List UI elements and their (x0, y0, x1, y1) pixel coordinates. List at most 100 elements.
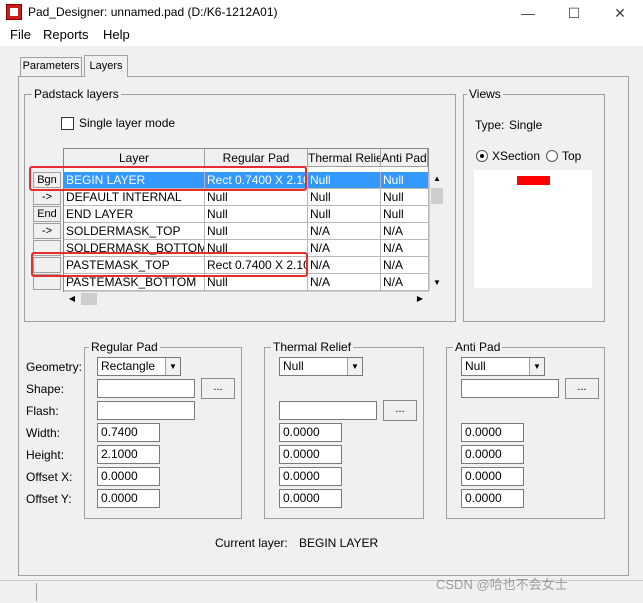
status-divider (36, 583, 37, 601)
menu-reports[interactable]: Reports (43, 27, 89, 42)
regular-shape-browse-button[interactable]: ... (201, 378, 235, 399)
row-anti-pad[interactable]: N/A (381, 223, 429, 240)
current-layer-value: BEGIN LAYER (299, 536, 379, 550)
row-regular-pad[interactable]: Null (205, 206, 308, 223)
row-thermal-relief[interactable]: N/A (308, 240, 381, 257)
row-thermal-relief[interactable]: N/A (308, 223, 381, 240)
thermal-flash-input[interactable] (279, 401, 377, 420)
minimize-button[interactable]: — (505, 0, 551, 26)
row-regular-pad[interactable]: Null (205, 223, 308, 240)
row-end-button[interactable]: End (33, 206, 61, 222)
top-view-radio[interactable] (546, 150, 558, 162)
scroll-h-thumb[interactable] (81, 293, 97, 305)
chevron-down-icon[interactable]: ▼ (165, 358, 180, 375)
xsection-label: XSection (492, 149, 541, 163)
grid-horizontal-scrollbar[interactable] (64, 291, 429, 307)
row-thermal-relief[interactable]: Null (308, 172, 381, 189)
anti-offset-y-input[interactable]: 0.0000 (461, 489, 524, 508)
height-label: Height: (26, 448, 65, 462)
offset-x-label: Offset X: (26, 470, 73, 484)
anti-height-input[interactable]: 0.0000 (461, 445, 524, 464)
single-layer-label: Single layer mode (79, 116, 176, 130)
chevron-down-icon[interactable]: ▼ (347, 358, 362, 375)
row-thermal-relief[interactable]: Null (308, 206, 381, 223)
thermal-flash-browse-button[interactable]: ... (383, 400, 417, 421)
views-title: Views (467, 87, 503, 101)
width-label: Width: (26, 426, 61, 440)
row-regular-pad[interactable]: Null (205, 189, 308, 206)
thermal-width-input[interactable]: 0.0000 (279, 423, 342, 442)
regular-shape-input[interactable] (97, 379, 195, 398)
regular-geometry-value: Rectangle (101, 359, 156, 373)
scroll-right-icon[interactable]: ▶ (413, 292, 427, 306)
row-layer-name[interactable]: SOLDERMASK_TOP (64, 223, 205, 240)
anti-pad-title: Anti Pad (453, 340, 503, 354)
col-header-layer[interactable]: Layer (64, 149, 205, 167)
view-type-label: Type: (475, 118, 505, 132)
flash-label: Flash: (26, 404, 59, 418)
row-copy-button[interactable]: -> (33, 223, 61, 239)
row-anti-pad[interactable]: N/A (381, 257, 429, 274)
col-header-regular-pad[interactable]: Regular Pad (205, 149, 308, 167)
scroll-left-icon[interactable]: ◀ (65, 292, 79, 306)
regular-height-input[interactable]: 2.1000 (97, 445, 160, 464)
regular-geometry-select[interactable]: Rectangle ▼ (97, 357, 181, 376)
menu-help[interactable]: Help (103, 27, 130, 42)
row-thermal-relief[interactable]: N/A (308, 257, 381, 274)
row-thermal-relief[interactable]: N/A (308, 274, 381, 291)
watermark-text: CSDN @哈也不会女士 (436, 577, 568, 592)
row-layer-name[interactable]: END LAYER (64, 206, 205, 223)
single-layer-checkbox[interactable] (61, 117, 74, 130)
top-view-label: Top (562, 149, 582, 163)
highlight-pastemask-top-row (31, 252, 308, 277)
scroll-down-icon[interactable]: ▼ (430, 276, 444, 290)
window-title: Pad_Designer: unnamed.pad (D:/K6-1212A01… (28, 5, 278, 19)
thermal-geometry-select[interactable]: Null ▼ (279, 357, 363, 376)
thermal-geometry-value: Null (283, 359, 304, 373)
thermal-relief-title: Thermal Relief (271, 340, 354, 354)
row-anti-pad[interactable]: Null (381, 172, 429, 189)
scroll-thumb[interactable] (431, 188, 443, 204)
regular-offset-x-input[interactable]: 0.0000 (97, 467, 160, 486)
anti-width-input[interactable]: 0.0000 (461, 423, 524, 442)
menu-bar (0, 26, 643, 46)
shape-label: Shape: (26, 382, 65, 396)
maximize-button[interactable]: ☐ (551, 0, 597, 26)
thermal-height-input[interactable]: 0.0000 (279, 445, 342, 464)
row-thermal-relief[interactable]: Null (308, 189, 381, 206)
anti-shape-input[interactable] (461, 379, 559, 398)
geometry-label: Geometry: (26, 360, 83, 374)
regular-width-input[interactable]: 0.7400 (97, 423, 160, 442)
row-anti-pad[interactable]: Null (381, 189, 429, 206)
menu-file[interactable]: File (10, 27, 31, 42)
regular-pad-title: Regular Pad (89, 340, 160, 354)
app-icon (6, 4, 22, 20)
scroll-up-icon[interactable]: ▲ (430, 172, 444, 186)
row-copy-button[interactable]: -> (33, 189, 61, 205)
anti-geometry-select[interactable]: Null ▼ (461, 357, 545, 376)
regular-flash-input[interactable] (97, 401, 195, 420)
row-anti-pad[interactable]: Null (381, 206, 429, 223)
view-type-value: Single (509, 118, 543, 132)
row-layer-name[interactable]: DEFAULT INTERNAL (64, 189, 205, 206)
tab-layers[interactable]: Layers (84, 55, 128, 77)
col-header-anti-pad[interactable]: Anti Pad (381, 149, 428, 167)
anti-geometry-value: Null (465, 359, 486, 373)
anti-offset-x-input[interactable]: 0.0000 (461, 467, 524, 486)
row-anti-pad[interactable]: N/A (381, 274, 429, 291)
highlight-begin-layer-row (29, 166, 307, 191)
xsection-radio[interactable] (476, 150, 488, 162)
close-button[interactable]: ✕ (597, 0, 643, 26)
thermal-offset-x-input[interactable]: 0.0000 (279, 467, 342, 486)
padstack-layers-title: Padstack layers (32, 87, 121, 101)
col-header-thermal-relief[interactable]: Thermal Relief (308, 149, 381, 167)
tab-parameters[interactable]: Parameters (20, 57, 82, 76)
row-anti-pad[interactable]: N/A (381, 240, 429, 257)
chevron-down-icon[interactable]: ▼ (529, 358, 544, 375)
thermal-offset-y-input[interactable]: 0.0000 (279, 489, 342, 508)
offset-y-label: Offset Y: (26, 492, 72, 506)
regular-offset-y-input[interactable]: 0.0000 (97, 489, 160, 508)
view-preview (474, 170, 592, 288)
pad-preview-shape (517, 176, 550, 185)
anti-shape-browse-button[interactable]: ... (565, 378, 599, 399)
